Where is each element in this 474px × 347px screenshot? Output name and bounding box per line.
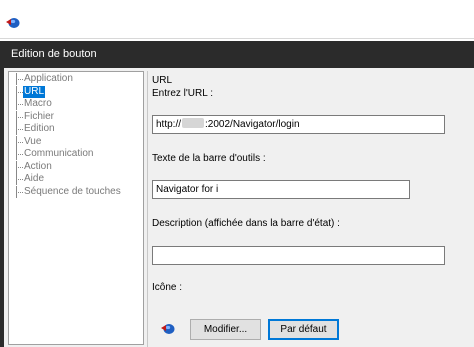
tree-item-sequence-de-touches[interactable]: Séquence de touches bbox=[11, 185, 122, 198]
modify-button[interactable]: Modifier... bbox=[190, 319, 261, 340]
url-label: Entrez l'URL : bbox=[152, 88, 214, 99]
tree-item-macro[interactable]: Macro bbox=[11, 98, 53, 110]
navigator-globe-icon[interactable] bbox=[5, 15, 21, 29]
category-tree[interactable]: Application URL Macro Fichier Edition Vu… bbox=[8, 71, 144, 345]
tree-item-aide[interactable]: Aide bbox=[11, 173, 45, 185]
tree-item-communication[interactable]: Communication bbox=[11, 148, 94, 160]
tree-item-application[interactable]: Application bbox=[11, 73, 74, 85]
section-title: URL bbox=[152, 75, 173, 86]
tree-item-edition[interactable]: Edition bbox=[11, 123, 56, 135]
tree-item-fichier[interactable]: Fichier bbox=[11, 110, 55, 123]
host-toolbar bbox=[0, 0, 474, 39]
description-input[interactable] bbox=[152, 246, 445, 265]
dialog-title: Edition de bouton bbox=[0, 41, 474, 68]
tree-item-action[interactable]: Action bbox=[11, 160, 53, 173]
navigator-globe-icon bbox=[161, 324, 175, 334]
description-label: Description (affichée dans la barre d'ét… bbox=[152, 218, 340, 229]
toolbar-text-label: Texte de la barre d'outils : bbox=[152, 153, 266, 164]
tree-item-vue[interactable]: Vue bbox=[11, 135, 42, 148]
button-edit-dialog: Edition de bouton Application URL Macro … bbox=[0, 41, 474, 347]
icon-label: Icône : bbox=[152, 282, 183, 293]
url-settings-panel: URL Entrez l'URL : http:// :2002/Navigato… bbox=[148, 71, 474, 347]
window-border bbox=[0, 68, 4, 347]
redacted-host bbox=[182, 118, 205, 128]
url-suffix: :2002/Navigator/login bbox=[205, 119, 300, 130]
tree-item-url[interactable]: URL bbox=[11, 85, 46, 98]
default-button[interactable]: Par défaut bbox=[268, 319, 339, 340]
url-prefix: http:// bbox=[156, 119, 182, 130]
url-input[interactable]: http:// :2002/Navigator/login bbox=[152, 115, 445, 134]
toolbar-text-input[interactable]: Navigator for i bbox=[152, 180, 410, 199]
